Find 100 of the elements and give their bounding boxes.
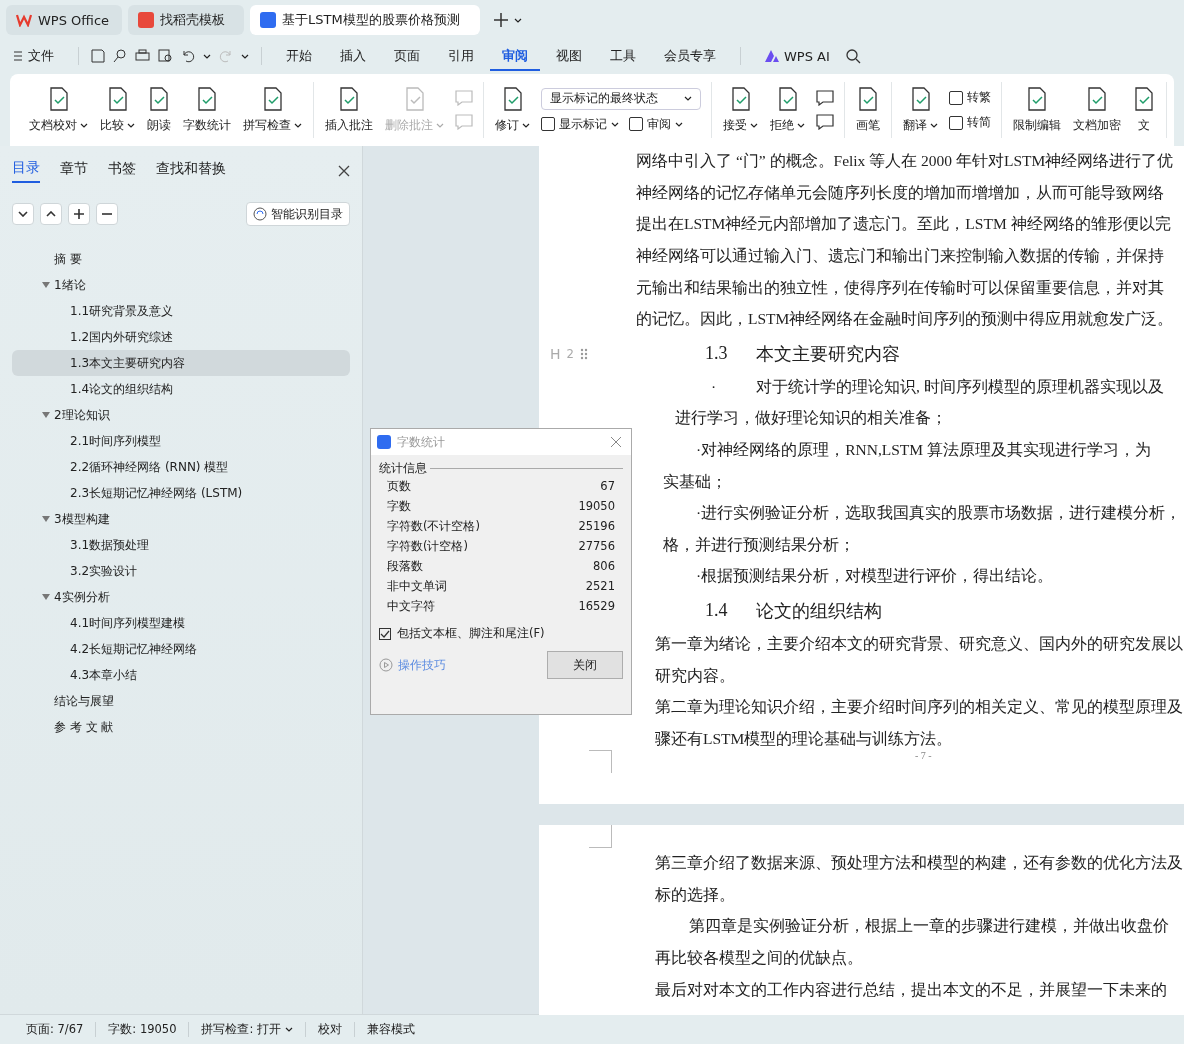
ribbon-button[interactable]: 转简 [949,114,991,131]
ribbon-button[interactable]: 显示标记 [541,115,619,133]
window-tab[interactable]: WPS Office [6,5,122,35]
ai-button[interactable]: WPS AI [753,42,842,70]
print-preview-icon[interactable] [158,49,173,63]
ribbon-button[interactable]: 比较 [95,84,140,136]
sidebar-tab[interactable]: 查找和替换 [156,160,226,182]
ribbon-tab[interactable]: 会员专享 [652,41,728,71]
ribbon-tab[interactable]: 工具 [598,41,648,71]
stat-label: 中文字符 [387,598,435,614]
outline-item[interactable]: 结论与展望 [12,688,350,714]
expanded-triangle-icon[interactable] [42,412,50,418]
ribbon-button[interactable]: 翻译 [898,84,943,136]
expand-button[interactable] [12,203,34,225]
outline-item[interactable]: 1.3本文主要研究内容 [12,350,350,376]
ribbon-button[interactable]: 字数统计 [178,84,236,136]
document-icon [729,86,752,111]
ribbon-button[interactable]: 文档校对 [24,84,93,136]
outline-item[interactable]: 1.2国内外研究综述 [12,324,350,350]
status-item[interactable]: 页面: 7/67 [14,1021,97,1037]
collapse-button[interactable] [40,203,62,225]
ribbon-tab[interactable]: 页面 [382,41,432,71]
checkbox[interactable] [379,627,391,640]
ribbon-button[interactable]: 拒绝 [765,84,810,136]
window-tab[interactable]: 基于LSTM模型的股票价格预测 [250,5,480,35]
ribbon-button[interactable]: 拼写检查 [238,84,307,136]
search-icon[interactable] [845,48,861,64]
ribbon-button[interactable]: 审阅 [629,115,683,133]
ribbon-tab[interactable]: 视图 [544,41,594,71]
outline-item[interactable]: 1.1研究背景及意义 [12,298,350,324]
outline-item[interactable]: 3.2实验设计 [12,558,350,584]
outline-item[interactable]: 2.1时间序列模型 [12,428,350,454]
ribbon-tab[interactable]: 开始 [274,41,324,71]
add-button[interactable] [68,203,90,225]
outline-item[interactable]: 3.1数据预处理 [12,532,350,558]
outline-item[interactable]: 4.2长短期记忆神经网络 [12,636,350,662]
body-text: ·对神经网络的原理，RNN,LSTM 算法原理及其实现进行学习，为 [696,440,1151,461]
ai-logo-icon [765,50,779,62]
file-menu[interactable]: 文件 [14,41,66,71]
status-item[interactable]: 拼写检查: 打开 [189,1021,306,1037]
body-text: 第三章介绍了数据来源、预处理方法和模型的构建，还有参数的优化方法及 [655,853,1183,874]
ribbon-button[interactable]: 朗读 [142,84,176,136]
drag-handle-icon[interactable] [579,347,588,360]
chevron-down-icon [18,211,28,217]
caret-icon [203,53,211,59]
stat-label: 字符数(计空格) [387,538,468,554]
outline-item[interactable]: 2理论知识 [12,402,350,428]
status-item[interactable]: 兼容模式 [355,1021,427,1037]
logo-icon [16,13,32,27]
body-text: 第二章为理论知识介绍，主要介绍时间序列的相关定义、常见的模型原理及 [655,697,1183,718]
ribbon-button[interactable]: 修订 [490,84,535,136]
expanded-triangle-icon[interactable] [42,516,50,522]
new-tab-icon[interactable] [494,13,508,27]
sidebar-tab[interactable]: 章节 [60,160,88,182]
expanded-triangle-icon[interactable] [42,594,50,600]
close-button[interactable]: 关闭 [547,651,623,679]
body-text: 神经网络可以通过输入门、遗忘门和输出门来控制输入数据的传输，并保持 [636,246,1164,267]
app-icon [377,435,391,449]
outline-item[interactable]: 1.4论文的组织结构 [12,376,350,402]
stat-label: 字数 [387,498,411,514]
undo-icon[interactable] [181,49,195,63]
circle-icon [253,207,267,221]
play-icon [379,658,393,672]
outline-item[interactable]: 2.3长短期记忆神经网络 (LSTM) [12,480,350,506]
ribbon-tab[interactable]: 审阅 [490,41,540,71]
markup-select[interactable]: 显示标记的最终状态 [541,87,701,110]
outline-item[interactable]: 4.3本章小结 [12,662,350,688]
outline-item[interactable]: 3模型构建 [12,506,350,532]
ribbon-button[interactable]: 文 [1128,84,1160,136]
ribbon-tab[interactable]: 插入 [328,41,378,71]
outline-item[interactable]: 摘 要 [12,246,350,272]
ribbon-button[interactable]: 画笔 [851,84,885,136]
outline-item[interactable]: 1绪论 [12,272,350,298]
remove-button[interactable] [96,203,118,225]
print-icon[interactable] [135,49,150,63]
comment-nav-icon[interactable] [816,114,834,130]
outline-item[interactable]: 参 考 文 献 [12,714,350,740]
sidebar-tab[interactable]: 目录 [12,159,40,183]
ribbon-button[interactable]: 转繁 [949,89,991,106]
comment-nav-icon[interactable] [816,90,834,106]
status-item[interactable]: 校对 [306,1021,355,1037]
ribbon-tab[interactable]: 引用 [436,41,486,71]
ribbon-button[interactable]: 插入批注 [320,84,378,136]
outline-item[interactable]: 4实例分析 [12,584,350,610]
sidebar-tab[interactable]: 书签 [108,160,136,182]
ribbon-button[interactable]: 限制编辑 [1008,84,1066,136]
document-icon [909,86,932,111]
smart-toc-button[interactable]: 智能识别目录 [246,202,350,226]
window-tab[interactable]: 找稻壳模板 [128,5,244,35]
outline-item[interactable]: 4.1时间序列模型建模 [12,610,350,636]
checkbox-label[interactable]: 包括文本框、脚注和尾注(F) [397,626,545,641]
outline-item[interactable]: 2.2循环神经网络 (RNN) 模型 [12,454,350,480]
close-icon[interactable] [611,437,621,447]
ribbon-button[interactable]: 接受 [718,84,763,136]
ribbon-button[interactable]: 文档加密 [1068,84,1126,136]
stat-label: 非中文单词 [387,578,447,594]
expanded-triangle-icon[interactable] [42,282,50,288]
document-icon [338,86,360,111]
close-icon[interactable] [338,165,350,177]
status-item[interactable]: 字数: 19050 [96,1021,190,1037]
